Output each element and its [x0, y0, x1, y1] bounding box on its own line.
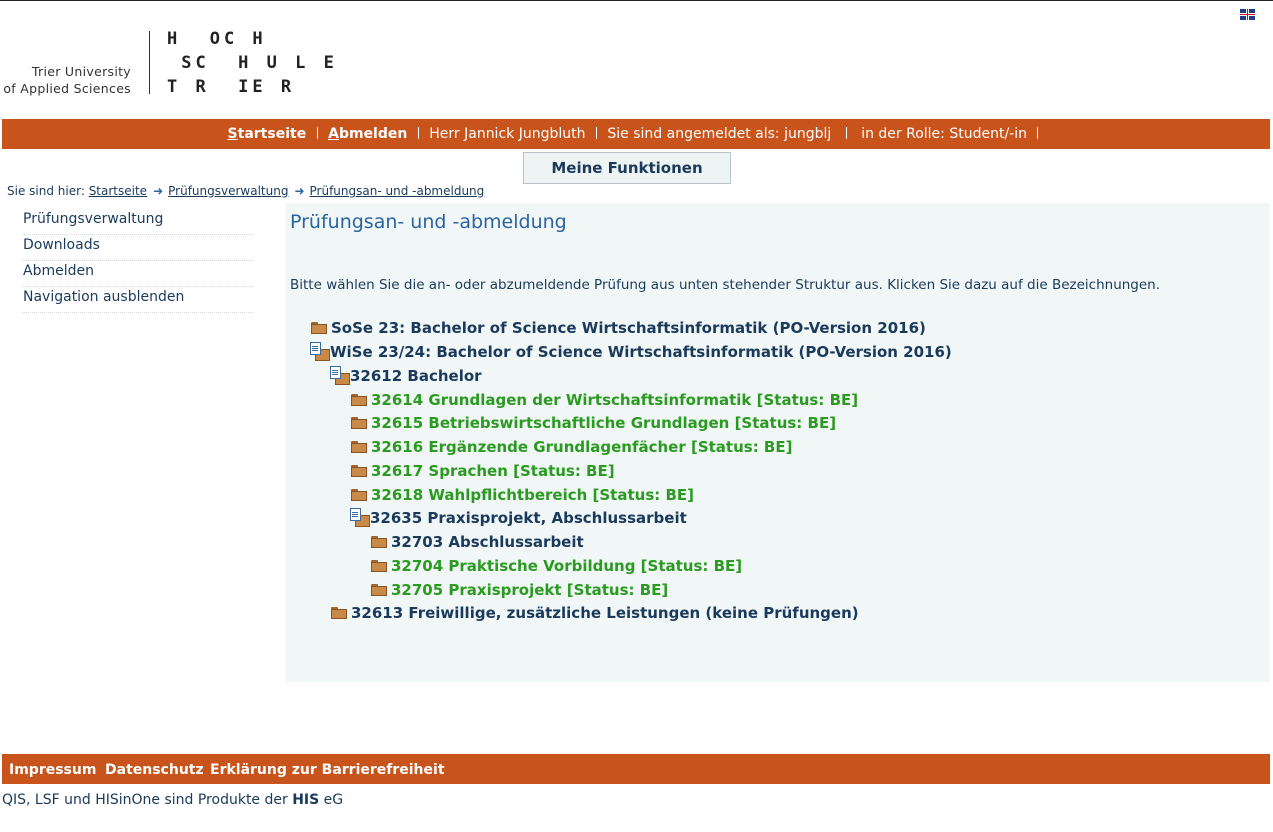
products-note: QIS, LSF und HISinOne sind Produkte der …	[2, 792, 344, 808]
tree-item-32635[interactable]: 32635 Praxisprojekt, Abschlussarbeit	[350, 508, 687, 527]
sidebar-item-abmelden[interactable]: Abmelden	[23, 261, 253, 287]
startseite-link[interactable]: Startseite	[228, 126, 307, 142]
page-title: Prüfungsan- und -abmeldung	[290, 211, 567, 233]
tree-item-label: 32614 Grundlagen der Wirtschaftsinformat…	[371, 391, 859, 409]
user-name: Herr Jannick Jungbluth	[429, 126, 586, 142]
open-folder-doc-icon	[350, 508, 370, 527]
logo-divider	[149, 31, 150, 94]
tree-item-label: 32705 Praxisprojekt [Status: BE]	[391, 581, 669, 599]
university-name-line1: Trier University	[31, 64, 131, 79]
his-link[interactable]: HIS	[292, 792, 319, 808]
sidebar-item-pruefungsverwaltung[interactable]: Prüfungsverwaltung	[23, 209, 253, 235]
tree-item-32703[interactable]: 32703 Abschlussarbeit	[371, 533, 584, 551]
tree-item-32617[interactable]: 32617 Sprachen [Status: BE]	[351, 462, 615, 480]
tree-item-label: 32615 Betriebswirtschaftliche Grundlagen…	[371, 414, 837, 432]
tree-item-label: WiSe 23/24: Bachelor of Science Wirtscha…	[330, 343, 952, 361]
footer-link-impressum[interactable]: Impressum	[9, 762, 96, 778]
footer-bar: Impressum Datenschutz Erklärung zur Barr…	[2, 754, 1270, 784]
folder-icon	[371, 560, 387, 572]
tree-item-label: 32703 Abschlussarbeit	[391, 533, 584, 551]
folder-icon	[311, 322, 327, 334]
arrow-right-icon: ➜	[294, 184, 305, 198]
breadcrumb: Sie sind hier: Startseite ➜ Prüfungsverwal…	[7, 184, 484, 198]
tree-item-32618[interactable]: 32618 Wahlpflichtbereich [Status: BE]	[351, 486, 694, 504]
tree-item-label: 32616 Ergänzende Grundlagenfächer [Statu…	[371, 438, 793, 456]
open-folder-doc-icon	[330, 366, 350, 385]
tree-item-label: 32618 Wahlpflichtbereich [Status: BE]	[371, 486, 694, 504]
sidebar-item-navigation-ausblenden[interactable]: Navigation ausblenden	[23, 287, 253, 313]
folder-icon	[351, 465, 367, 477]
breadcrumb-current[interactable]: Prüfungsan- und -abmeldung	[310, 184, 485, 198]
tree-item-32612[interactable]: 32612 Bachelor	[330, 366, 482, 385]
footer-link-datenschutz[interactable]: Datenschutz	[105, 762, 204, 778]
breadcrumb-startseite[interactable]: Startseite	[89, 184, 147, 198]
breadcrumb-pruefungsverwaltung[interactable]: Prüfungsverwaltung	[168, 184, 288, 198]
logo-row-3: T R IE R	[167, 77, 296, 97]
folder-icon	[351, 394, 367, 406]
nav-separator	[316, 127, 318, 139]
role-status: in der Rolle: Student/-in	[861, 126, 1027, 142]
intro-text: Bitte wählen Sie die an- oder abzumelden…	[290, 277, 1161, 293]
sidebar-item-downloads[interactable]: Downloads	[23, 235, 253, 261]
tree-item-label: 32704 Praktische Vorbildung [Status: BE]	[391, 557, 743, 575]
uk-flag-icon[interactable]	[1240, 9, 1255, 20]
tree-item-32616[interactable]: 32616 Ergänzende Grundlagenfächer [Statu…	[351, 438, 792, 456]
tree-item-label: SoSe 23: Bachelor of Science Wirtschafts…	[331, 319, 926, 337]
tree-item-32704[interactable]: 32704 Praktische Vorbildung [Status: BE]	[371, 557, 742, 575]
folder-icon	[351, 417, 367, 429]
folder-icon	[331, 607, 347, 619]
tree-item-label: 32613 Freiwillige, zusätzliche Leistunge…	[351, 604, 859, 622]
folder-icon	[351, 489, 367, 501]
logo-row-2: SC H U L E	[167, 53, 338, 73]
university-name-line2: of Applied Sciences	[3, 81, 131, 96]
folder-icon	[351, 441, 367, 453]
tree-item-32613[interactable]: 32613 Freiwillige, zusätzliche Leistunge…	[331, 604, 859, 622]
tree-item-label: 32612 Bachelor	[350, 367, 482, 385]
nav-separator	[1037, 127, 1039, 139]
abmelden-link[interactable]: Abmelden	[328, 126, 407, 142]
folder-icon	[371, 536, 387, 548]
tree-item-32614[interactable]: 32614 Grundlagen der Wirtschaftsinformat…	[351, 391, 858, 409]
nav-separator	[417, 127, 419, 139]
tree-item-label: 32635 Praxisprojekt, Abschlussarbeit	[370, 509, 687, 527]
tree-item-sose23[interactable]: SoSe 23: Bachelor of Science Wirtschafts…	[311, 319, 926, 337]
tree-item-32705[interactable]: 32705 Praxisprojekt [Status: BE]	[371, 581, 668, 599]
tree-item-wise2324[interactable]: WiSe 23/24: Bachelor of Science Wirtscha…	[310, 342, 952, 361]
folder-icon	[371, 584, 387, 596]
login-status: Sie sind angemeldet als: jungblj	[607, 126, 832, 142]
top-nav-bar: Startseite Abmelden Herr Jannick Jungblu…	[2, 119, 1270, 149]
my-functions-button[interactable]: Meine Funktionen	[523, 152, 731, 184]
open-folder-doc-icon	[310, 342, 330, 361]
arrow-right-icon: ➜	[153, 184, 164, 198]
breadcrumb-prefix: Sie sind hier:	[7, 184, 85, 198]
footer-link-barrierefreiheit[interactable]: Erklärung zur Barrierefreiheit	[210, 762, 445, 778]
nav-separator	[845, 127, 847, 139]
tree-item-label: 32617 Sprachen [Status: BE]	[371, 462, 615, 480]
nav-separator	[595, 127, 597, 139]
tree-item-32615[interactable]: 32615 Betriebswirtschaftliche Grundlagen…	[351, 414, 836, 432]
logo-row-1: H OC H	[167, 29, 267, 49]
